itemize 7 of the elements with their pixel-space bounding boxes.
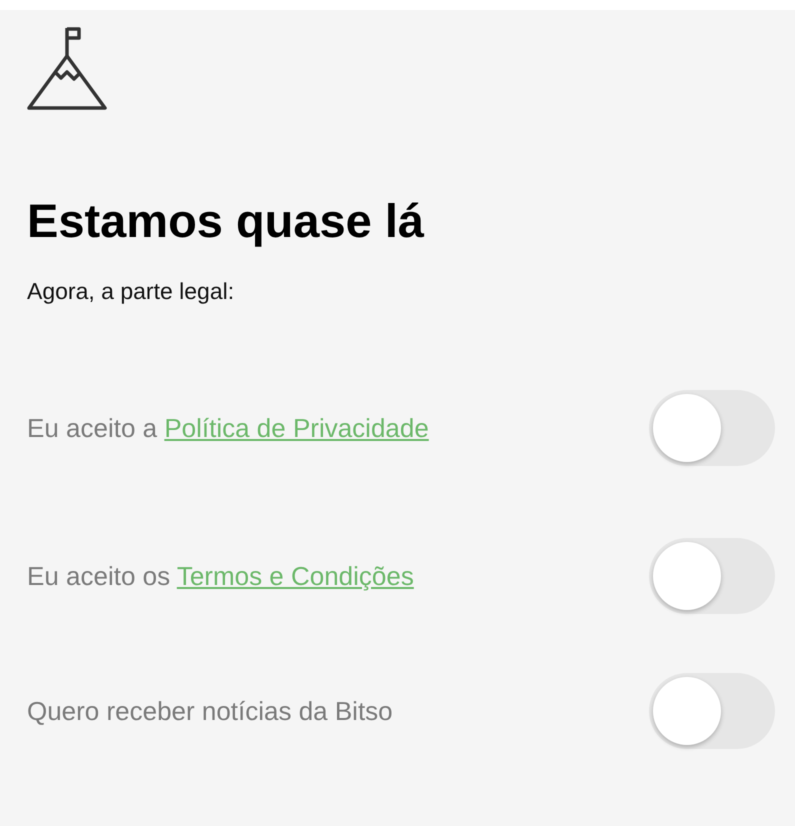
consent-label: Eu aceito os Termos e Condições bbox=[27, 560, 414, 592]
page-title: Estamos quase lá bbox=[27, 193, 426, 249]
policy-link[interactable]: Política de Privacidade bbox=[164, 412, 429, 442]
consent-label: Eu aceito a Política de Privacidade bbox=[27, 412, 429, 444]
subtitle: Agora, a parte legal: bbox=[27, 277, 236, 306]
consent-label: Quero receber notícias da Bitso bbox=[27, 696, 393, 726]
policy-link[interactable]: Termos e Condições bbox=[176, 560, 414, 590]
